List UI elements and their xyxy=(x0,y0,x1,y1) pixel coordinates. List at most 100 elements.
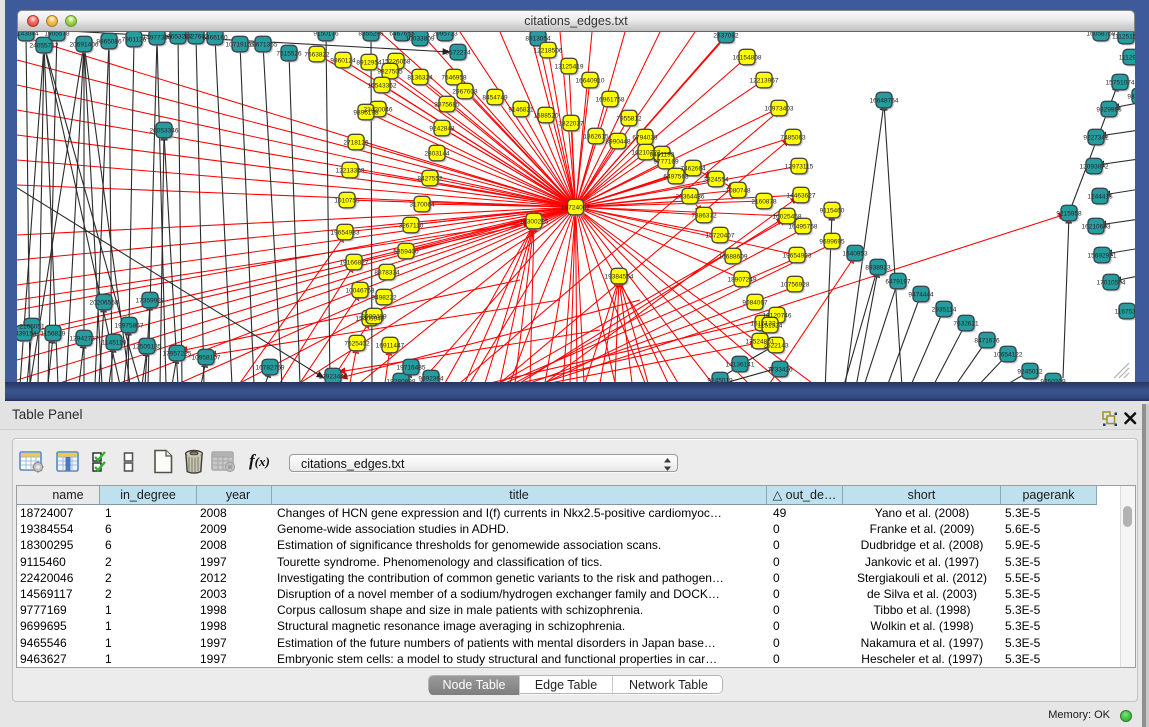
svg-text:8471676: 8471676 xyxy=(974,338,1000,345)
svg-text:7439154: 7439154 xyxy=(17,331,37,338)
svg-text:3875685: 3875685 xyxy=(434,102,460,109)
svg-text:3822037: 3822037 xyxy=(558,121,584,128)
svg-text:3824554: 3824554 xyxy=(703,177,729,184)
svg-text:13125419: 13125419 xyxy=(555,64,584,71)
svg-text:9699695: 9699695 xyxy=(819,239,845,246)
svg-text:19975867: 19975867 xyxy=(115,323,144,330)
svg-text:15751074: 15751074 xyxy=(1106,80,1135,87)
svg-text:8912954: 8912954 xyxy=(356,60,382,67)
svg-text:15692921: 15692921 xyxy=(1088,253,1117,260)
svg-text:10973403: 10973403 xyxy=(765,106,794,113)
svg-text:10958107: 10958107 xyxy=(192,355,221,362)
svg-text:8427552: 8427552 xyxy=(417,176,443,183)
svg-text:9115460: 9115460 xyxy=(820,208,845,215)
svg-text:3267110: 3267110 xyxy=(399,223,424,230)
svg-text:7955812: 7955812 xyxy=(616,116,642,123)
svg-text:8454749: 8454749 xyxy=(482,95,508,102)
svg-text:16154808: 16154808 xyxy=(733,55,762,62)
svg-text:1151324: 1151324 xyxy=(758,323,783,330)
svg-text:15720407: 15720407 xyxy=(706,233,735,240)
svg-text:1167533: 1167533 xyxy=(1115,309,1135,316)
svg-text:9150176: 9150176 xyxy=(313,32,339,38)
svg-text:16495758: 16495758 xyxy=(789,224,818,231)
svg-text:1112904: 1112904 xyxy=(1119,55,1135,62)
svg-text:10025458: 10025458 xyxy=(773,214,802,221)
svg-text:9227342: 9227342 xyxy=(1083,135,1109,142)
svg-text:8938923: 8938923 xyxy=(865,265,891,272)
svg-text:19166827: 19166827 xyxy=(340,260,369,267)
svg-text:8451192: 8451192 xyxy=(650,152,675,159)
svg-text:16210643: 16210643 xyxy=(1082,224,1111,231)
svg-text:2967608: 2967608 xyxy=(452,89,478,96)
svg-text:9865086: 9865086 xyxy=(96,39,122,46)
svg-text:7663822: 7663822 xyxy=(304,52,330,59)
svg-text:17957225: 17957225 xyxy=(163,351,192,358)
svg-text:1080748: 1080748 xyxy=(725,188,751,195)
svg-text:16911447: 16911447 xyxy=(376,343,405,350)
svg-text:9777169: 9777169 xyxy=(653,159,679,166)
svg-text:9084067: 9084067 xyxy=(742,300,768,307)
svg-text:1145119: 1145119 xyxy=(102,340,127,347)
svg-text:9245012: 9245012 xyxy=(1017,369,1043,376)
svg-text:18280898: 18280898 xyxy=(387,379,416,383)
svg-text:14136141: 14136141 xyxy=(726,362,755,369)
svg-text:2160878: 2160878 xyxy=(751,199,777,206)
svg-text:9215958: 9215958 xyxy=(1056,211,1082,218)
svg-text:9474444: 9474444 xyxy=(908,292,934,299)
svg-text:6479197: 6479197 xyxy=(885,279,911,286)
svg-text:15226058: 15226058 xyxy=(382,59,411,66)
svg-text:7462664: 7462664 xyxy=(680,166,706,173)
svg-text:16648764: 16648764 xyxy=(870,98,899,105)
svg-text:7625402: 7625402 xyxy=(344,341,370,348)
svg-text:1244415: 1244415 xyxy=(1087,194,1113,201)
svg-text:2095723: 2095723 xyxy=(432,32,458,38)
svg-text:18907249: 18907249 xyxy=(728,277,757,284)
svg-text:12942737: 12942737 xyxy=(70,336,99,343)
svg-text:6466160: 6466160 xyxy=(202,35,228,42)
svg-text:16961758: 16961758 xyxy=(596,97,625,104)
svg-text:6794028: 6794028 xyxy=(632,135,658,142)
svg-text:9827505: 9827505 xyxy=(377,69,403,76)
svg-text:9860124: 9860124 xyxy=(330,58,356,65)
svg-text:20053346: 20053346 xyxy=(150,128,179,135)
svg-text:19654923: 19654923 xyxy=(783,253,812,260)
svg-text:10654122: 10654122 xyxy=(994,352,1023,359)
svg-text:12218506: 12218506 xyxy=(534,48,563,55)
svg-text:18724007: 18724007 xyxy=(561,205,590,212)
svg-text:9498222: 9498222 xyxy=(371,295,397,302)
svg-text:9146821: 9146821 xyxy=(508,107,534,114)
svg-text:8143044: 8143044 xyxy=(17,32,39,38)
svg-text:8355296: 8355296 xyxy=(358,32,384,38)
svg-text:24055712: 24055712 xyxy=(30,43,59,50)
svg-text:19384554: 19384554 xyxy=(605,274,634,281)
svg-text:1733426: 1733426 xyxy=(767,367,793,374)
svg-text:1588520: 1588520 xyxy=(533,113,559,120)
svg-text:19654983: 19654983 xyxy=(331,230,360,237)
svg-text:3099489: 3099489 xyxy=(361,314,387,321)
svg-text:12973115: 12973115 xyxy=(785,164,814,171)
svg-text:2165051: 2165051 xyxy=(19,324,45,331)
svg-text:9892364: 9892364 xyxy=(418,376,444,383)
svg-text:2935114: 2935114 xyxy=(932,307,957,314)
svg-text:1010755: 1010755 xyxy=(334,198,360,205)
svg-text:1640953: 1640953 xyxy=(842,251,868,258)
svg-text:10033809: 10033809 xyxy=(406,36,435,43)
svg-text:9242848: 9242848 xyxy=(429,126,455,133)
svg-text:2718126: 2718126 xyxy=(343,140,369,147)
svg-text:1905578: 1905578 xyxy=(44,32,70,38)
svg-text:19716485: 19716485 xyxy=(397,365,426,372)
svg-text:12213369: 12213369 xyxy=(336,168,365,175)
svg-text:3170064: 3170064 xyxy=(409,202,435,209)
svg-text:7386372: 7386372 xyxy=(691,213,717,220)
svg-text:16543362: 16543362 xyxy=(368,83,397,90)
svg-text:7485063: 7485063 xyxy=(780,135,806,142)
svg-text:2803144: 2803144 xyxy=(424,151,450,158)
svg-text:9750209: 9750209 xyxy=(1040,379,1066,383)
svg-text:5359400: 5359400 xyxy=(393,249,419,256)
svg-text:7546958: 7546958 xyxy=(441,75,467,82)
svg-text:10046768: 10046768 xyxy=(346,288,375,295)
svg-text:9896198: 9896198 xyxy=(353,110,379,117)
svg-text:20691406: 20691406 xyxy=(70,42,99,49)
svg-text:18300295: 18300295 xyxy=(520,219,549,226)
svg-text:8990448: 8990448 xyxy=(605,139,631,146)
